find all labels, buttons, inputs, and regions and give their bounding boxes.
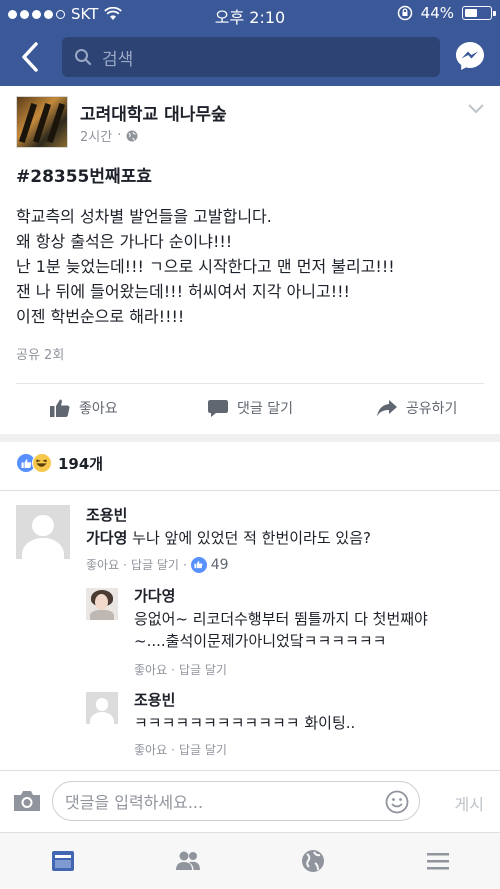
reply-reply-link[interactable]: 답글 달기 (179, 661, 227, 678)
tab-news-feed[interactable] (0, 833, 125, 889)
comment-author[interactable]: 조용빈 (86, 504, 127, 525)
share-count[interactable]: 공유 2회 (16, 344, 64, 363)
nav-bar: 검색 (0, 28, 500, 86)
reply-reply-link[interactable]: 답글 달기 (179, 741, 227, 758)
comment-reply-link[interactable]: 답글 달기 (131, 556, 179, 573)
haha-reaction-icon (32, 453, 52, 473)
divider (16, 383, 484, 384)
thumbs-up-icon (50, 399, 70, 417)
search-placeholder: 검색 (102, 49, 134, 70)
reply-like-link[interactable]: 좋아요 (134, 741, 167, 758)
comment-input[interactable]: 댓글을 입력하세요... (52, 781, 420, 821)
reply-meta: 좋아요 · 답글 달기 (134, 741, 227, 758)
post-actions: 좋아요 댓글 달기 공유하기 (0, 386, 500, 430)
search-input[interactable]: 검색 (62, 37, 440, 77)
page-avatar[interactable] (16, 96, 68, 148)
post-line: 잰 나 뒤에 들어왔는데!!! 허씨여서 지각 아니고!!! (16, 282, 350, 301)
post-hashtag[interactable]: #28355번째포효 (16, 162, 152, 187)
post-time[interactable]: 2시간 (80, 126, 112, 145)
back-arrow-icon[interactable] (18, 40, 42, 74)
globe-icon (301, 850, 324, 872)
meta-separator: · (123, 557, 127, 572)
messenger-icon[interactable] (454, 40, 486, 72)
globe-icon (126, 130, 138, 141)
post-line: 이젠 학번순으로 해라!!!! (16, 307, 185, 326)
meta-separator: · (117, 128, 122, 143)
post-header: 고려대학교 대나무숲 2시간 · (16, 96, 484, 152)
top-bar: SKT 오후 2:10 44% 검색 (0, 0, 500, 86)
mention-tag[interactable]: 가다영 (86, 529, 127, 547)
post-comment-button[interactable]: 게시 (455, 791, 484, 815)
reply-meta: 좋아요 · 답글 달기 (134, 661, 227, 678)
avatar[interactable] (16, 505, 70, 559)
comment-meta: 좋아요 · 답글 달기 · 49 (86, 556, 229, 573)
status-bar: SKT 오후 2:10 44% (0, 0, 500, 28)
reply-author[interactable]: 가다영 (134, 585, 175, 606)
reply-text: 응없어~ 리코더수행부터 뜀틀까지 다 첫번째야 ~....출석이문제가아니었닼… (134, 608, 490, 652)
comment-label: 댓글 달기 (237, 401, 293, 417)
tab-menu[interactable] (375, 833, 500, 889)
camera-icon[interactable] (12, 789, 42, 813)
tab-notifications[interactable] (250, 833, 375, 889)
reply-text: ㅋㅋㅋㅋㅋㅋㅋㅋㅋㅋㅋㅋ 화이팅.. (134, 714, 356, 732)
avatar[interactable] (86, 692, 118, 724)
comment-like-count[interactable]: 49 (211, 557, 229, 573)
chevron-down-icon[interactable] (468, 104, 484, 114)
post-line: 학교측의 성차별 발언들을 고발합니다. (16, 207, 272, 226)
share-label: 공유하기 (405, 401, 458, 417)
comment-button[interactable]: 댓글 달기 (167, 386, 334, 430)
post-body: 학교측의 성차별 발언들을 고발합니다. 왜 항상 출석은 가나다 순이냐!!!… (16, 204, 486, 329)
page-name[interactable]: 고려대학교 대나무숲 (80, 100, 227, 125)
friends-icon (175, 851, 200, 870)
reactions-summary[interactable]: 194개 (16, 452, 103, 474)
meta-separator: · (171, 662, 175, 677)
meta-separator: · (171, 742, 175, 757)
emoji-icon[interactable] (385, 790, 409, 814)
post-meta: 2시간 · (80, 126, 138, 145)
comment-icon (208, 400, 229, 417)
comment-placeholder: 댓글을 입력하세요... (65, 793, 204, 812)
like-label: 좋아요 (79, 401, 118, 417)
comment-composer: 댓글을 입력하세요... 게시 (0, 770, 500, 832)
tab-friends[interactable] (125, 833, 250, 889)
comment-like-link[interactable]: 좋아요 (86, 556, 119, 573)
section-gap (0, 434, 500, 442)
tab-bar (0, 832, 500, 889)
reaction-count: 194개 (58, 454, 104, 473)
reply-line: ~....출석이문제가아니었닼ㅋㅋㅋㅋㅋㅋ (134, 632, 387, 650)
share-button[interactable]: 공유하기 (333, 386, 500, 430)
battery-icon (462, 6, 496, 20)
menu-icon (426, 853, 449, 870)
meta-separator: · (182, 557, 187, 572)
post-line: 왜 항상 출석은 가나다 순이냐!!! (16, 232, 233, 251)
avatar[interactable] (86, 588, 118, 620)
news-feed-icon (51, 851, 74, 871)
like-button[interactable]: 좋아요 (0, 386, 167, 430)
post-line: 난 1분 늦었는데!!! ㄱ으로 시작한다고 맨 먼저 불리고!!! (16, 257, 395, 276)
comment-text: 가다영 누나 앞에 있었던 적 한번이라도 있음? (86, 527, 371, 549)
rotation-lock-icon (397, 5, 412, 21)
reply-author[interactable]: 조용빈 (134, 689, 175, 710)
like-count-icon (190, 556, 207, 573)
reply-like-link[interactable]: 좋아요 (134, 661, 167, 678)
share-icon (376, 400, 397, 417)
search-icon (75, 49, 92, 66)
comment-body: 누나 앞에 있었던 적 한번이라도 있음? (127, 529, 371, 547)
divider (0, 490, 500, 491)
battery-percent: 44% (420, 4, 454, 22)
reply-line: 응없어~ 리코더수행부터 뜀틀까지 다 첫번째야 (134, 610, 428, 628)
